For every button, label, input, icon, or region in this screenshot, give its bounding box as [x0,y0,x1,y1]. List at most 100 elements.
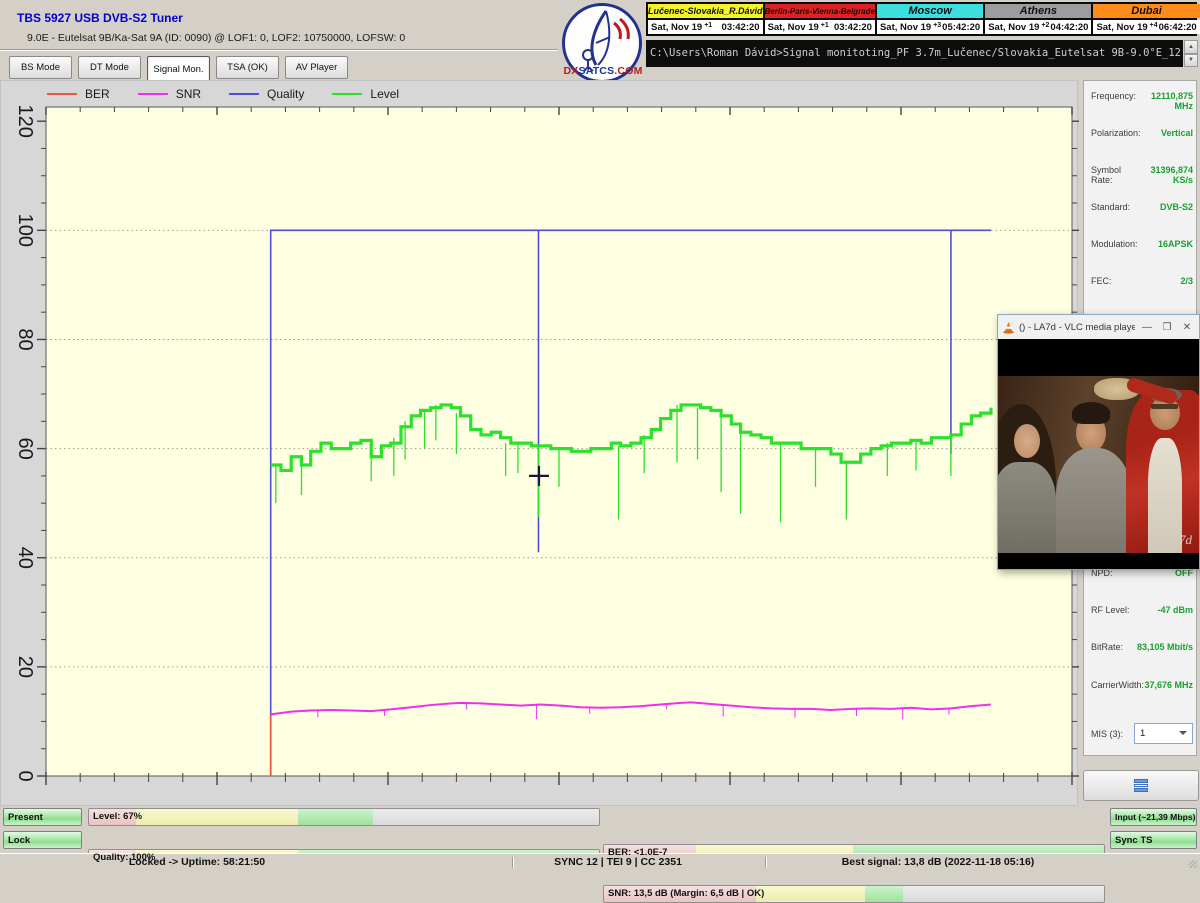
status-divider [512,857,513,868]
clock-berlin-paris-vienna-belgrade: Berlin-Paris-Vienna-Belgrade Sat, Nov 19… [765,4,875,34]
mode-tab-bar: BS Mode DT Mode Signal Mon. TSA (OK) AV Play… [9,56,348,82]
input-rate-indicator: Input (~21,39 Mbps) [1110,808,1197,826]
level-progress-bar: Level: 67% [88,808,600,826]
param-fec: FEC:2/3 [1091,276,1193,286]
legend-line-swatch [47,93,77,95]
center-person-sweater [1056,448,1132,553]
svg-text:60: 60 [14,437,36,459]
clock-time: Sat, Nov 19+406:42:20 [1093,20,1199,34]
left-person-face [1014,424,1040,458]
clock-moscow: Moscow Sat, Nov 19+305:42:20 [877,4,983,34]
bar-segment-yellow [756,886,866,902]
scroll-up-button[interactable]: ▲ [1184,40,1198,54]
vlc-minimize-button[interactable]: — [1139,322,1155,333]
param-value: 83,105 Mbit/s [1137,642,1193,652]
legend-label: BER [85,87,110,101]
param-label: Frequency: [1091,91,1136,101]
legend-item-snr: SNR [138,87,201,101]
console-scrollbar: ▲ ▼ [1184,40,1198,67]
vlc-maximize-button[interactable]: ❐ [1159,322,1175,333]
clock-time: Sat, Nov 19+204:42:20 [985,20,1091,34]
vlc-video-area[interactable]: 7d [998,339,1199,569]
param-value: DVB-S2 [1160,202,1193,212]
clock-city: Dubai [1093,4,1199,18]
vlc-window-title: () - LA7d - VLC media player [1019,322,1135,333]
center-person-hair [1072,402,1110,424]
bar-label: Quality: 100% [93,850,155,866]
logo-text: DXSATCS.COM [556,65,650,77]
svg-text:80: 80 [14,328,36,350]
legend-item-ber: BER [47,87,110,101]
signal-monitor-chart: BERSNRQualityLevel 020406080100120 [0,80,1078,806]
tuner-subtitle: 9.0E - Eutelsat 9B/Ka-Sat 9A (ID: 0090) … [27,32,405,44]
sync-ts-indicator: Sync TS [1110,831,1197,849]
stream-list-button[interactable] [1083,770,1199,801]
chart-legend: BER SNR Quality Level [47,87,399,101]
status-best-signal: Best signal: 13,8 dB (2022-11-18 05:16) [818,856,1058,868]
tab-signal-mon-[interactable]: Signal Mon. [147,56,210,82]
tab-av-player[interactable]: AV Player [285,56,348,79]
param-standard: Standard: DVB-S2 [1091,202,1193,212]
present-indicator: Present [3,808,82,826]
svg-text:100: 100 [14,214,36,247]
param-rflevel: RF Level:-47 dBm [1091,605,1193,615]
legend-label: Quality [267,87,304,101]
legend-line-swatch [229,93,259,95]
left-person-body [998,462,1056,553]
param-label: Symbol Rate: [1091,165,1137,185]
legend-line-swatch [138,93,168,95]
param-label: CarrierWidth: [1091,680,1144,690]
page-title: TBS 5927 USB DVB-S2 Tuner [17,11,183,25]
param-carrierwidth: CarrierWidth:37,676 MHz [1091,680,1193,690]
param-bitrate: BitRate:83,105 Mbit/s [1091,642,1193,652]
param-value: -47 dBm [1157,605,1193,615]
world-clock-bar: Lučenec-Slovakia_R.Dávid Sat, Nov 19+103… [646,2,1197,36]
channel-watermark: 7d [1179,532,1192,548]
clock-dubai: Dubai Sat, Nov 19+406:42:20 [1093,4,1199,34]
mis-dropdown[interactable]: 1 [1134,723,1193,744]
bar-segment-green [298,809,373,825]
snr-progress-bar: SNR: 13,5 dB (Margin: 6,5 dB | OK) [603,885,1105,903]
glasses [1151,404,1178,409]
clock-city: Athens [985,4,1091,18]
resize-grip[interactable] [1189,860,1197,868]
bar-segment-empty [373,809,599,825]
vlc-title-bar[interactable]: () - LA7d - VLC media player — ❐ ✕ [998,315,1199,339]
scroll-down-button[interactable]: ▼ [1184,54,1198,68]
status-divider [765,857,766,868]
clock-city: Lučenec-Slovakia_R.Dávid [648,4,763,18]
list-stack-icon [1134,779,1148,792]
clock-time: Sat, Nov 19+103:42:20 [765,20,875,34]
dxsatcs-logo: DXSATCS.COM [556,3,650,87]
bar-label: Level: 67% [93,809,142,825]
param-label: Polarization: [1091,128,1141,138]
svg-text:120: 120 [14,105,36,138]
clock-time: Sat, Nov 19+305:42:20 [877,20,983,34]
svg-text:20: 20 [14,656,36,678]
clock-athens: Athens Sat, Nov 19+204:42:20 [985,4,1091,34]
tab-tsa-ok-[interactable]: TSA (OK) [216,56,279,79]
param-label: Standard: [1091,202,1130,212]
param-symbolrate: Symbol Rate:31396,874 KS/s [1091,165,1193,185]
clock-time: Sat, Nov 19+103:42:20 [648,20,763,34]
param-value: 16APSK [1158,239,1193,249]
param-value: 31396,874 KS/s [1137,165,1193,185]
vlc-cone-icon [1002,321,1015,334]
param-frequency: Frequency:12110,875 MHz [1091,91,1193,111]
svg-text:40: 40 [14,547,36,569]
console-command-line[interactable]: C:\Users\Roman Dávid>Signal monitoting_P… [646,40,1183,67]
param-label: Modulation: [1091,239,1138,249]
legend-label: Level [370,87,399,101]
param-modulation: Modulation: 16APSK [1091,239,1193,249]
tab-bs-mode[interactable]: BS Mode [9,56,72,79]
vlc-close-button[interactable]: ✕ [1179,322,1195,333]
param-polarization: Polarization:Vertical [1091,128,1193,138]
tab-dt-mode[interactable]: DT Mode [78,56,141,79]
lock-indicator: Lock [3,831,82,849]
bar-segment-green [865,886,903,902]
bar-segment-yellow [136,809,298,825]
chart-plot-area[interactable]: 020406080100120 [1,81,1079,807]
vlc-window[interactable]: () - LA7d - VLC media player — ❐ ✕ 7d [997,314,1200,570]
param-mis: MIS (3): 1 [1091,723,1193,744]
right-person-shirt [1148,438,1182,553]
